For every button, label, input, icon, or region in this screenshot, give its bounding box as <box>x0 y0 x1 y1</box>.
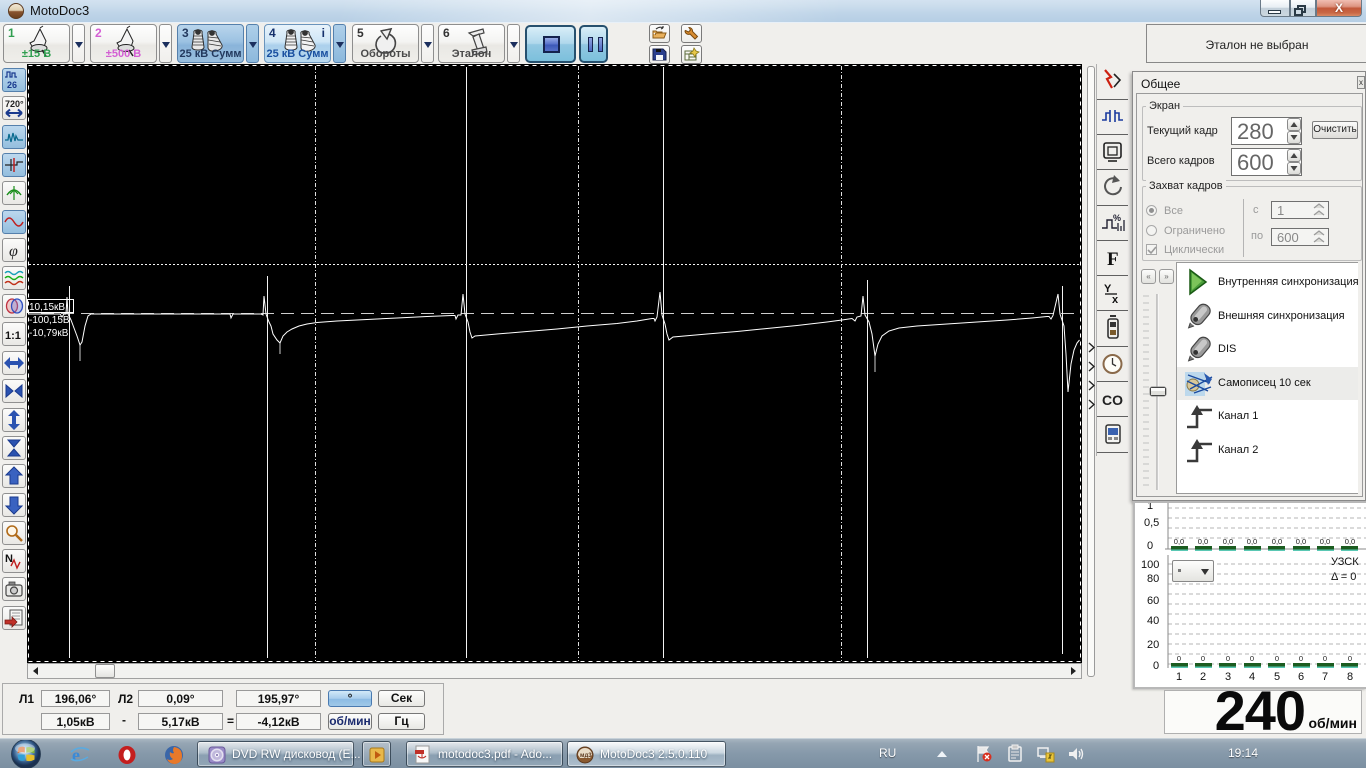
svg-text:1: 1 <box>1176 671 1182 683</box>
svg-text:0: 0 <box>1299 654 1303 663</box>
svg-text:F: F <box>1107 249 1119 270</box>
svg-text:0: 0 <box>1147 540 1153 552</box>
svg-text:20: 20 <box>1147 639 1159 651</box>
svg-text:0: 0 <box>1275 654 1279 663</box>
svg-text:Δ = 0: Δ = 0 <box>1331 571 1356 583</box>
svg-text:x: x <box>1112 294 1119 306</box>
svg-text:УЗСК: УЗСК <box>1331 556 1359 568</box>
svg-text:0,5: 0,5 <box>1144 517 1159 529</box>
svg-text:0: 0 <box>1323 654 1327 663</box>
svg-text:1: 1 <box>1147 503 1153 512</box>
svg-text:0,0: 0,0 <box>1320 537 1330 546</box>
svg-text:80: 80 <box>1147 573 1159 585</box>
svg-text:0: 0 <box>1177 654 1181 663</box>
svg-text:0: 0 <box>1226 654 1230 663</box>
svg-text:26: 26 <box>7 80 17 90</box>
svg-text:0: 0 <box>1201 654 1205 663</box>
svg-text:7: 7 <box>1322 671 1328 683</box>
svg-text:-10,79кВ: -10,79кВ <box>29 328 69 339</box>
svg-text:-100,15В: -100,15В <box>29 315 70 326</box>
svg-text:60: 60 <box>1147 595 1159 607</box>
svg-text:Y: Y <box>1104 283 1112 295</box>
svg-text:CO: CO <box>1102 392 1123 408</box>
svg-text:2: 2 <box>1200 671 1206 683</box>
svg-text:φ: φ <box>9 243 18 260</box>
svg-text:0,0: 0,0 <box>1247 537 1257 546</box>
svg-text:0: 0 <box>1153 660 1159 672</box>
svg-text:100: 100 <box>1141 559 1159 571</box>
svg-text:0,0: 0,0 <box>1296 537 1306 546</box>
svg-text:0: 0 <box>1250 654 1254 663</box>
svg-text:0,0: 0,0 <box>1198 537 1208 546</box>
svg-text:8: 8 <box>1347 671 1353 683</box>
svg-text:0,0: 0,0 <box>1223 537 1233 546</box>
svg-text:1:1: 1:1 <box>5 330 21 342</box>
svg-text:%: % <box>1113 213 1121 223</box>
svg-text:мд3: мд3 <box>580 753 592 759</box>
svg-text:0: 0 <box>1348 654 1352 663</box>
svg-text:0,0: 0,0 <box>1174 537 1184 546</box>
svg-text:0,0: 0,0 <box>1272 537 1282 546</box>
svg-text:720°: 720° <box>5 99 24 109</box>
svg-text:0,0: 0,0 <box>1345 537 1355 546</box>
svg-text:40: 40 <box>1147 615 1159 627</box>
svg-text:10,15кВ: 10,15кВ <box>29 302 65 313</box>
